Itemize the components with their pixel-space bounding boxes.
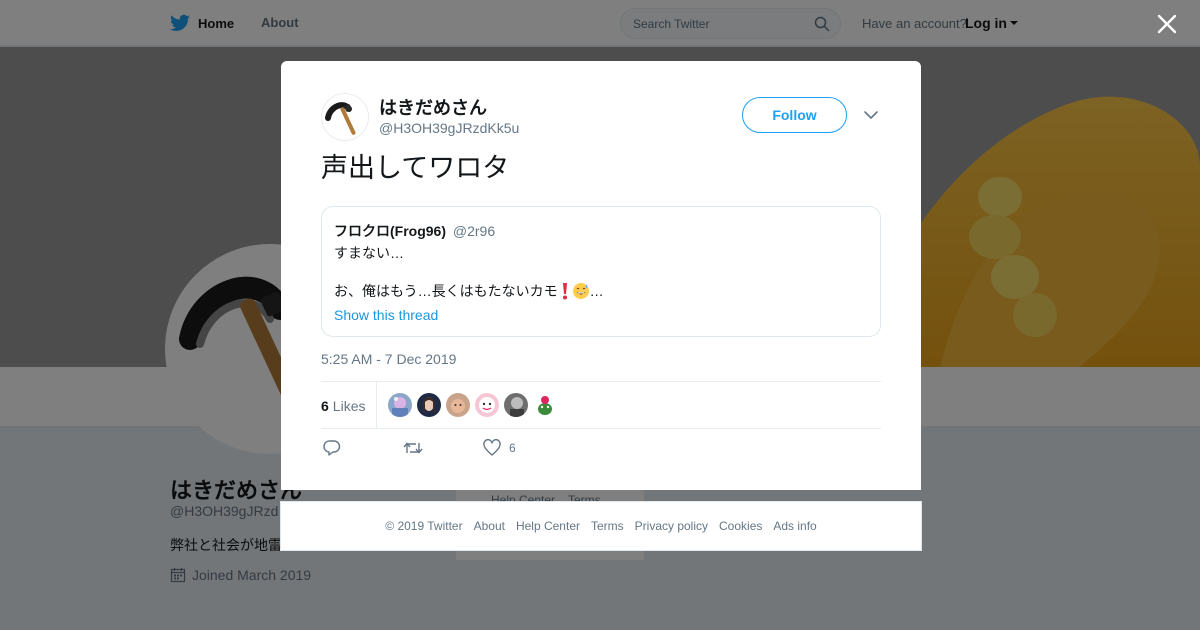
- likes-count-number: 6: [321, 398, 329, 414]
- quoted-author-handle: @2r96: [452, 223, 496, 239]
- footer-link-help-center[interactable]: Help Center: [516, 519, 580, 533]
- close-icon[interactable]: [1155, 12, 1179, 36]
- tweet-author-name[interactable]: はきだめさん: [379, 94, 487, 120]
- footer-link-privacy-policy[interactable]: Privacy policy: [635, 519, 708, 533]
- footer-link-cookies[interactable]: Cookies: [719, 519, 762, 533]
- quoted-text-line1: すまない…: [334, 245, 404, 261]
- liker-avatar-image: [417, 393, 441, 417]
- tweet-actions: 6: [321, 439, 881, 461]
- liker-avatar[interactable]: [504, 393, 528, 417]
- tweet-modal: はきだめさん @H3OH39gJRzdKk5u Follow 声出してワロタ フ…: [281, 61, 921, 490]
- likers-avatar-list: [388, 393, 557, 417]
- quoted-tweet-header: フロクロ(Frog96) @2r96: [334, 221, 495, 241]
- like-action-count: 6: [509, 441, 516, 455]
- liker-avatar[interactable]: [388, 393, 412, 417]
- grinning-sweat-emoji-icon: [572, 283, 589, 299]
- tweet-author-avatar[interactable]: [321, 93, 369, 141]
- quoted-text-line2: お、俺はもう…長くはもたないカモ …: [334, 281, 604, 301]
- liker-avatar-image: [388, 393, 412, 417]
- reply-button[interactable]: [323, 439, 341, 457]
- follow-button[interactable]: Follow: [742, 97, 847, 133]
- likes-count[interactable]: 6 Likes: [321, 398, 365, 414]
- quoted-author-name: フロクロ(Frog96): [334, 223, 446, 239]
- footer-link-ads-info[interactable]: Ads info: [773, 519, 816, 533]
- tweet-stats: 6 Likes: [321, 381, 881, 429]
- quoted-text-line2-ellipsis: …: [589, 283, 604, 299]
- liker-avatar[interactable]: [533, 393, 557, 417]
- liker-avatar-image: [475, 393, 499, 417]
- heart-icon: [483, 439, 501, 456]
- exclamation-mark-icon: [562, 283, 567, 300]
- like-button[interactable]: 6: [483, 439, 516, 457]
- show-thread-link[interactable]: Show this thread: [334, 307, 438, 323]
- tweet-author-handle[interactable]: @H3OH39gJRzdKk5u: [379, 120, 519, 136]
- reply-icon: [323, 440, 341, 456]
- liker-avatar-image: [533, 393, 557, 417]
- likes-count-label: Likes: [332, 398, 366, 414]
- footer-link-about[interactable]: About: [474, 519, 505, 533]
- quoted-tweet-card[interactable]: フロクロ(Frog96) @2r96 すまない… お、俺はもう…長くはもたないカ…: [321, 206, 881, 337]
- liker-avatar[interactable]: [475, 393, 499, 417]
- stats-divider: [376, 382, 377, 428]
- brush-avatar-image: [322, 94, 368, 140]
- liker-avatar-image: [504, 393, 528, 417]
- chevron-down-icon[interactable]: [863, 109, 879, 121]
- retweet-button[interactable]: [403, 439, 423, 457]
- liker-avatar-image: [446, 393, 470, 417]
- retweet-icon: [403, 442, 423, 454]
- quoted-text-line2-body: お、俺はもう…長くはもたないカモ: [334, 283, 558, 299]
- modal-footer: © 2019 Twitter About Help Center Terms P…: [280, 501, 922, 551]
- footer-link-terms[interactable]: Terms: [591, 519, 624, 533]
- footer-copyright: © 2019 Twitter: [385, 519, 463, 533]
- liker-avatar[interactable]: [417, 393, 441, 417]
- liker-avatar[interactable]: [446, 393, 470, 417]
- tweet-text: 声出してワロタ: [321, 153, 510, 183]
- tweet-timestamp[interactable]: 5:25 AM - 7 Dec 2019: [321, 351, 456, 367]
